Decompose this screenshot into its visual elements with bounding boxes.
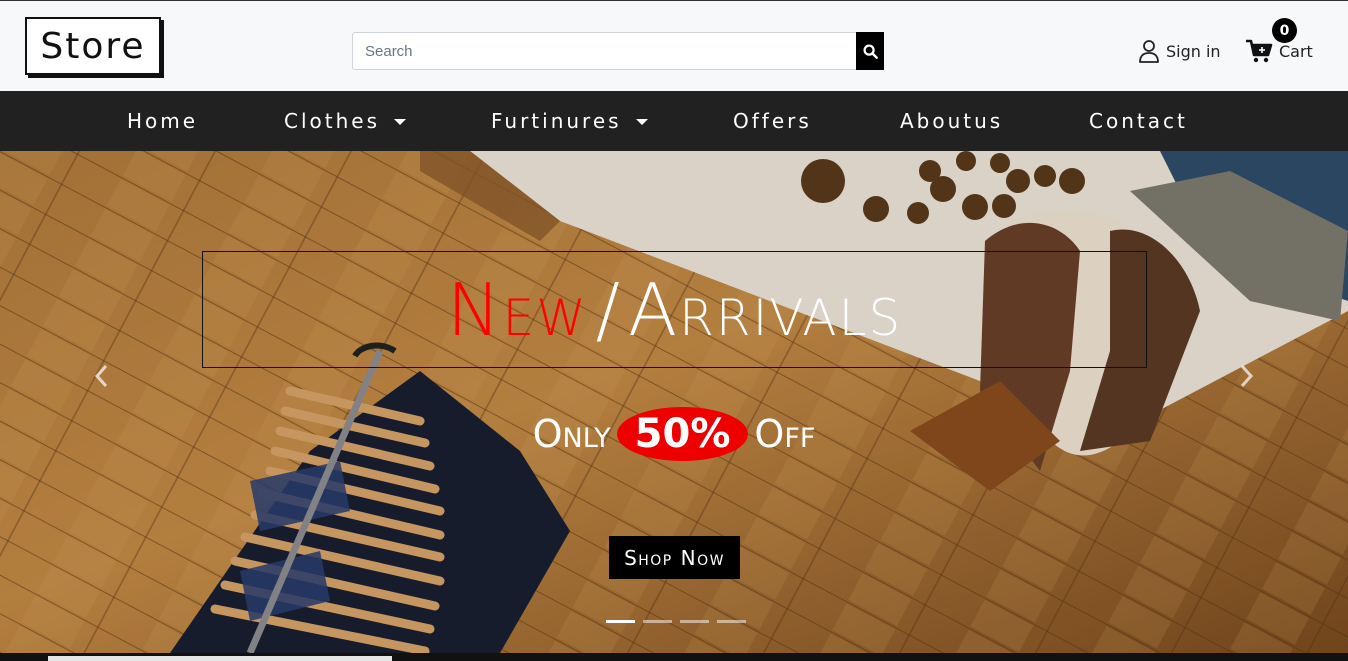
nav-item-home[interactable]: Home xyxy=(127,91,198,151)
offer-prefix: Only xyxy=(532,412,611,456)
nav-item-label: Furtinures xyxy=(491,109,622,133)
nav-item-label: Aboutus xyxy=(900,109,1004,133)
caret-down-icon xyxy=(394,119,406,125)
shop-now-button[interactable]: Shop Now xyxy=(609,536,740,579)
sign-in-label: Sign in xyxy=(1166,41,1221,61)
offer-percent-badge: 50% xyxy=(616,407,749,461)
offer-suffix: Off xyxy=(754,412,816,456)
sign-in-link[interactable]: Sign in xyxy=(1138,39,1221,63)
search-input[interactable] xyxy=(352,32,856,70)
carousel-indicator[interactable] xyxy=(606,620,635,623)
store-logo[interactable]: Store xyxy=(25,17,161,75)
nav-item-clothes[interactable]: Clothes xyxy=(284,91,406,151)
hero-offer-line: Only 50% Off xyxy=(0,401,1348,467)
hero-title-slash: / xyxy=(595,267,620,352)
carousel-indicators xyxy=(606,620,746,623)
caret-down-icon xyxy=(635,119,648,125)
user-icon xyxy=(1139,40,1159,63)
search-icon xyxy=(862,43,878,59)
hero-title-new: New xyxy=(446,267,588,352)
bottom-highlight xyxy=(48,656,392,661)
search-bar xyxy=(352,32,884,70)
carousel-prev-button[interactable] xyxy=(86,361,116,391)
cart-label: Cart xyxy=(1279,41,1313,61)
nav-item-label: Offers xyxy=(733,109,812,133)
nav-item-aboutus[interactable]: Aboutus xyxy=(900,91,1003,151)
chevron-left-icon xyxy=(94,364,108,388)
bottom-strip xyxy=(0,653,1348,661)
top-header: Store Sign in 0 Cart xyxy=(0,0,1348,91)
nav-item-offers[interactable]: Offers xyxy=(733,91,812,151)
carousel-indicator[interactable] xyxy=(680,620,709,623)
nav-item-label: Contact xyxy=(1089,109,1188,133)
cart-link[interactable]: Cart xyxy=(1245,39,1313,63)
carousel-next-button[interactable] xyxy=(1232,361,1262,391)
hero-title-box: New / Arrivals xyxy=(202,251,1147,368)
chevron-right-icon xyxy=(1240,364,1254,388)
hero-carousel: New / Arrivals Only 50% Off Shop Now xyxy=(0,151,1348,653)
cart-icon xyxy=(1246,39,1273,63)
nav-item-label: Clothes xyxy=(284,109,380,133)
search-button[interactable] xyxy=(856,32,884,70)
hero-title-arrivals: Arrivals xyxy=(627,267,903,352)
carousel-indicator[interactable] xyxy=(717,620,746,623)
nav-item-furtinures[interactable]: Furtinures xyxy=(491,91,648,151)
nav-item-contact[interactable]: Contact xyxy=(1089,91,1188,151)
main-nav: Home Clothes Furtinures Offers Aboutus C… xyxy=(0,91,1348,151)
nav-item-label: Home xyxy=(127,109,199,133)
carousel-indicator[interactable] xyxy=(643,620,672,623)
